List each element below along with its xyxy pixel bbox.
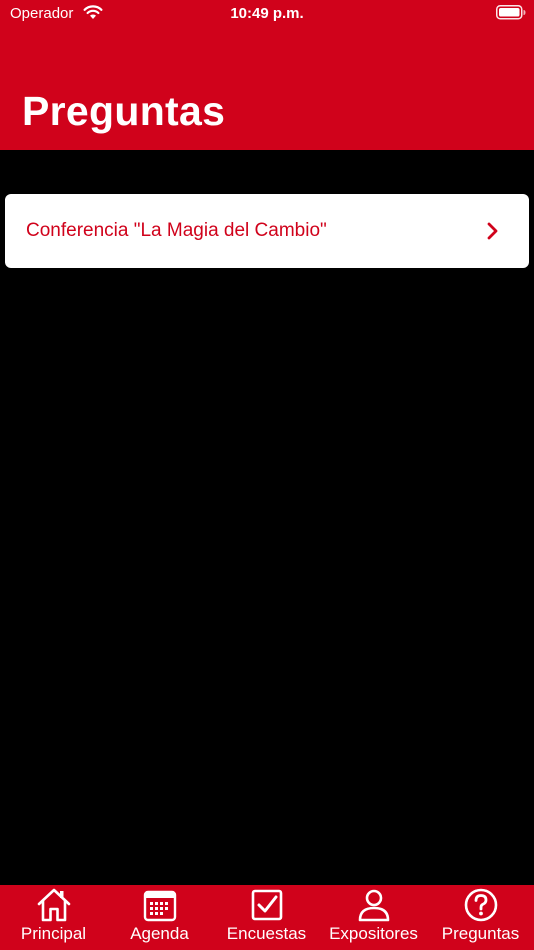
tab-principal[interactable]: Principal (0, 885, 107, 950)
tab-label: Encuestas (226, 924, 307, 943)
person-icon (358, 889, 389, 922)
list-item-conference[interactable]: Conferencia "La Magia del Cambio" (5, 194, 529, 268)
house-icon (37, 888, 70, 922)
screen: Operador 10:49 p.m. Preguntas Conferenci… (0, 0, 534, 950)
tab-label: Expositores (329, 924, 418, 943)
tab-label: Agenda (130, 924, 189, 943)
tab-bar: Principal Agenda Encuestas Expositores P… (0, 885, 534, 950)
tab-preguntas[interactable]: Preguntas (427, 885, 534, 950)
tab-label: Preguntas (441, 924, 520, 943)
tab-label: Principal (20, 924, 87, 943)
list-item-label: Conferencia "La Magia del Cambio" (26, 220, 327, 241)
tab-expositores[interactable]: Expositores (320, 885, 427, 950)
battery-icon (496, 5, 526, 20)
tab-encuestas[interactable]: Encuestas (213, 885, 320, 950)
question-icon (464, 888, 497, 922)
tab-agenda[interactable]: Agenda (106, 885, 213, 950)
checkbox-icon (251, 889, 282, 921)
calendar-icon (143, 890, 176, 922)
nav-header: Operador 10:49 p.m. Preguntas (0, 0, 534, 150)
chevron-right-icon (487, 222, 498, 240)
page-title: Preguntas (22, 88, 226, 134)
status-bar: Operador 10:49 p.m. (0, 0, 534, 30)
status-time: 10:49 p.m. (230, 5, 304, 22)
